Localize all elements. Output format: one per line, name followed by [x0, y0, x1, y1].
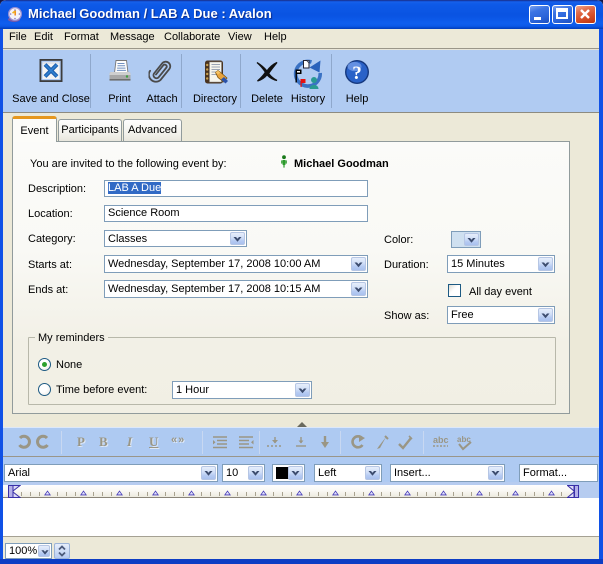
svg-text:abc: abc: [433, 435, 449, 445]
svg-text:?: ?: [352, 63, 362, 84]
